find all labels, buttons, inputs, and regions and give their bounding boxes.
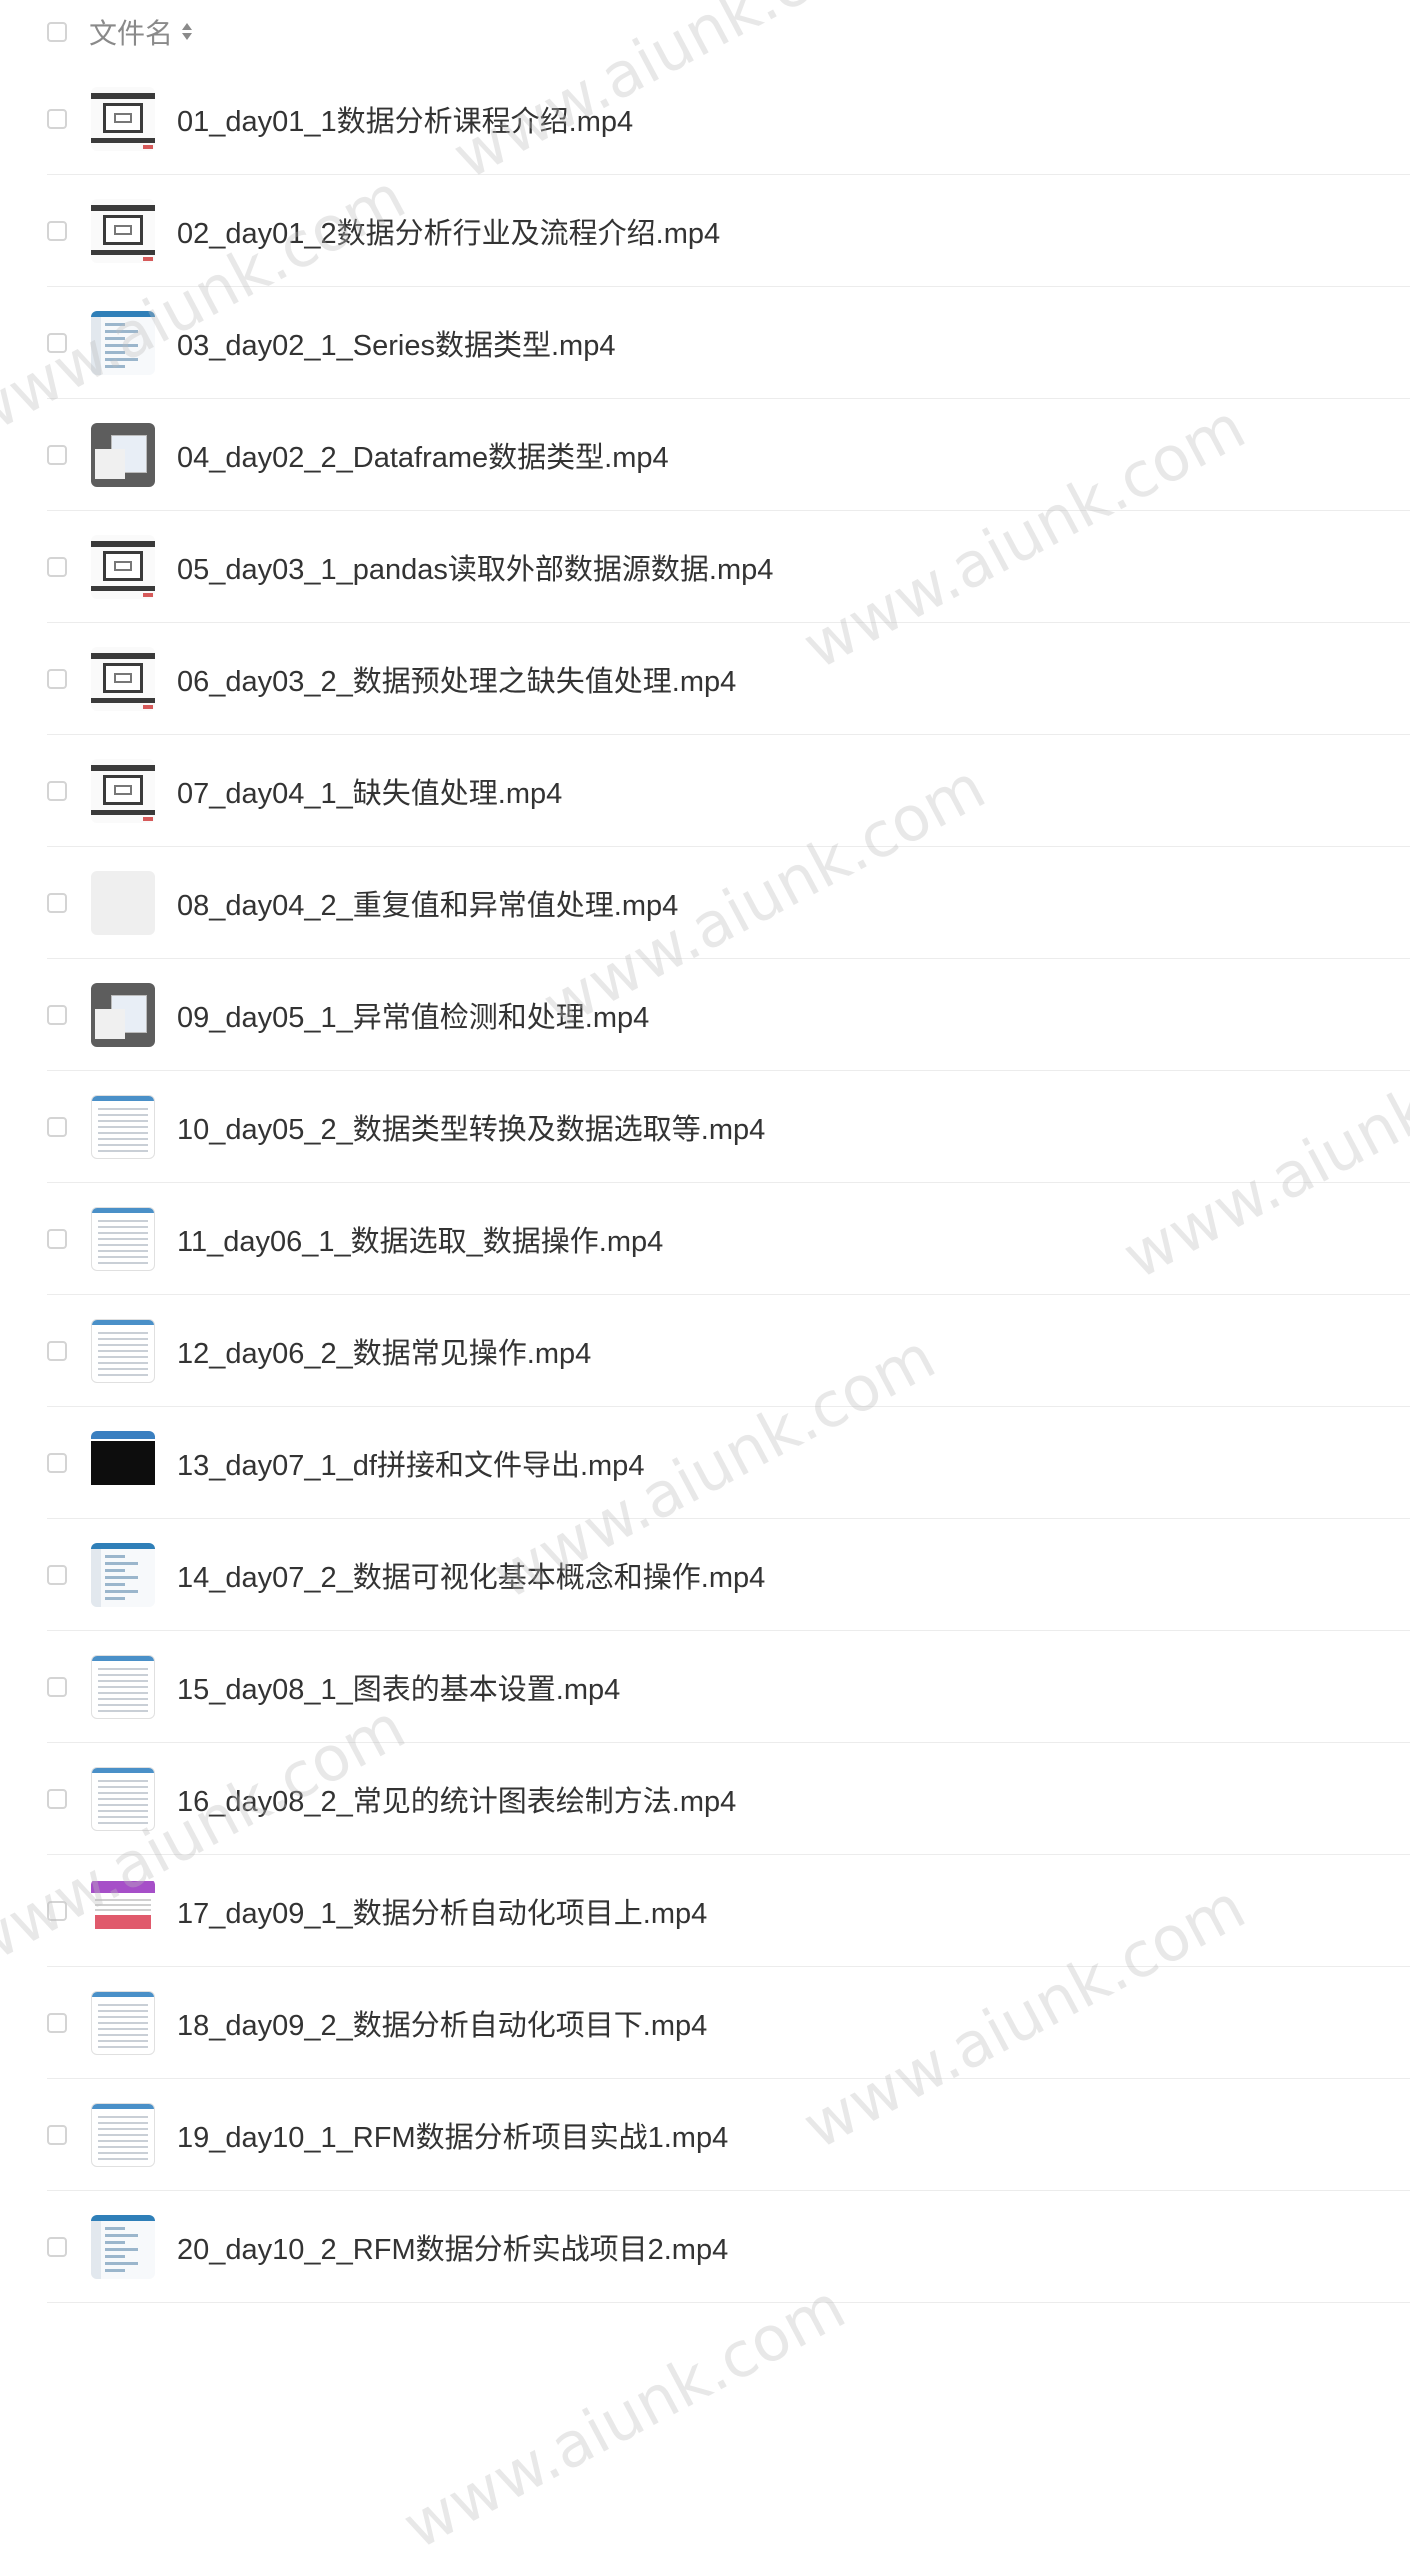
file-name[interactable]: 05_day03_1_pandas读取外部数据源数据.mp4	[177, 546, 773, 588]
row-checkbox[interactable]	[47, 1228, 67, 1249]
video-thumbnail	[91, 422, 155, 487]
watermark: www.aiunk.com	[391, 2269, 857, 2563]
file-row[interactable]: 13_day07_1_df拼接和文件导出.mp4	[47, 1407, 1410, 1519]
file-row[interactable]: 16_day08_2_常见的统计图表绘制方法.mp4	[47, 1743, 1410, 1855]
row-checkbox[interactable]	[47, 1564, 67, 1585]
row-checkbox[interactable]	[47, 220, 67, 241]
video-thumbnail	[91, 86, 155, 151]
file-row[interactable]: 10_day05_2_数据类型转换及数据选取等.mp4	[47, 1071, 1410, 1183]
file-name[interactable]: 16_day08_2_常见的统计图表绘制方法.mp4	[177, 1778, 736, 1820]
video-thumbnail	[91, 1654, 155, 1719]
file-row[interactable]: 08_day04_2_重复值和异常值处理.mp4	[47, 847, 1410, 959]
file-name[interactable]: 02_day01_2数据分析行业及流程介绍.mp4	[177, 210, 720, 252]
file-name[interactable]: 03_day02_1_Series数据类型.mp4	[177, 322, 615, 364]
row-checkbox[interactable]	[47, 1340, 67, 1361]
row-checkbox[interactable]	[47, 332, 67, 353]
row-checkbox[interactable]	[47, 444, 67, 465]
video-thumbnail	[91, 1878, 155, 1943]
video-thumbnail	[91, 1766, 155, 1831]
file-name[interactable]: 01_day01_1数据分析课程介绍.mp4	[177, 98, 633, 140]
sort-icon[interactable]	[181, 21, 193, 43]
row-checkbox[interactable]	[47, 108, 67, 129]
row-checkbox[interactable]	[47, 1900, 67, 1921]
row-checkbox[interactable]	[47, 2236, 67, 2257]
file-row[interactable]: 17_day09_1_数据分析自动化项目上.mp4	[47, 1855, 1410, 1967]
row-checkbox[interactable]	[47, 668, 67, 689]
file-name[interactable]: 14_day07_2_数据可视化基本概念和操作.mp4	[177, 1554, 765, 1596]
list-header: 文件名	[47, 8, 193, 56]
row-checkbox[interactable]	[47, 1676, 67, 1697]
file-name[interactable]: 19_day10_1_RFM数据分析项目实战1.mp4	[177, 2114, 728, 2156]
file-row[interactable]: 14_day07_2_数据可视化基本概念和操作.mp4	[47, 1519, 1410, 1631]
row-checkbox[interactable]	[47, 892, 67, 913]
file-row[interactable]: 05_day03_1_pandas读取外部数据源数据.mp4	[47, 511, 1410, 623]
file-row[interactable]: 09_day05_1_异常值检测和处理.mp4	[47, 959, 1410, 1071]
file-row[interactable]: 18_day09_2_数据分析自动化项目下.mp4	[47, 1967, 1410, 2079]
file-name[interactable]: 18_day09_2_数据分析自动化项目下.mp4	[177, 2002, 707, 2044]
video-thumbnail	[91, 534, 155, 599]
row-checkbox[interactable]	[47, 780, 67, 801]
file-name[interactable]: 11_day06_1_数据选取_数据操作.mp4	[177, 1218, 663, 1260]
video-thumbnail	[91, 2214, 155, 2279]
file-row[interactable]: 12_day06_2_数据常见操作.mp4	[47, 1295, 1410, 1407]
file-name[interactable]: 13_day07_1_df拼接和文件导出.mp4	[177, 1442, 644, 1484]
video-thumbnail	[91, 1430, 155, 1495]
file-row[interactable]: 03_day02_1_Series数据类型.mp4	[47, 287, 1410, 399]
file-name[interactable]: 07_day04_1_缺失值处理.mp4	[177, 770, 562, 812]
video-thumbnail	[91, 198, 155, 263]
video-thumbnail	[91, 2102, 155, 2167]
video-thumbnail	[91, 758, 155, 823]
video-thumbnail	[91, 310, 155, 375]
file-name[interactable]: 06_day03_2_数据预处理之缺失值处理.mp4	[177, 658, 736, 700]
row-checkbox[interactable]	[47, 556, 67, 577]
row-checkbox[interactable]	[47, 2012, 67, 2033]
file-name[interactable]: 04_day02_2_Dataframe数据类型.mp4	[177, 434, 669, 476]
file-name[interactable]: 20_day10_2_RFM数据分析实战项目2.mp4	[177, 2226, 728, 2268]
file-row[interactable]: 06_day03_2_数据预处理之缺失值处理.mp4	[47, 623, 1410, 735]
row-checkbox[interactable]	[47, 1116, 67, 1137]
row-checkbox[interactable]	[47, 1452, 67, 1473]
video-thumbnail	[91, 982, 155, 1047]
video-thumbnail	[91, 1542, 155, 1607]
file-row[interactable]: 15_day08_1_图表的基本设置.mp4	[47, 1631, 1410, 1743]
file-row[interactable]: 19_day10_1_RFM数据分析项目实战1.mp4	[47, 2079, 1410, 2191]
file-row[interactable]: 11_day06_1_数据选取_数据操作.mp4	[47, 1183, 1410, 1295]
file-name[interactable]: 12_day06_2_数据常见操作.mp4	[177, 1330, 591, 1372]
video-thumbnail	[91, 646, 155, 711]
row-checkbox[interactable]	[47, 1004, 67, 1025]
file-name[interactable]: 17_day09_1_数据分析自动化项目上.mp4	[177, 1890, 707, 1932]
select-all-checkbox[interactable]	[47, 22, 67, 42]
file-name[interactable]: 08_day04_2_重复值和异常值处理.mp4	[177, 882, 678, 924]
video-thumbnail	[91, 1318, 155, 1383]
file-row[interactable]: 01_day01_1数据分析课程介绍.mp4	[47, 63, 1410, 175]
file-name[interactable]: 09_day05_1_异常值检测和处理.mp4	[177, 994, 649, 1036]
file-row[interactable]: 04_day02_2_Dataframe数据类型.mp4	[47, 399, 1410, 511]
video-thumbnail	[91, 870, 155, 935]
file-name[interactable]: 15_day08_1_图表的基本设置.mp4	[177, 1666, 620, 1708]
filename-column-header[interactable]: 文件名	[89, 12, 173, 52]
file-name[interactable]: 10_day05_2_数据类型转换及数据选取等.mp4	[177, 1106, 765, 1148]
row-checkbox[interactable]	[47, 1788, 67, 1809]
file-row[interactable]: 02_day01_2数据分析行业及流程介绍.mp4	[47, 175, 1410, 287]
file-row[interactable]: 07_day04_1_缺失值处理.mp4	[47, 735, 1410, 847]
video-thumbnail	[91, 1206, 155, 1271]
row-checkbox[interactable]	[47, 2124, 67, 2145]
video-thumbnail	[91, 1990, 155, 2055]
video-thumbnail	[91, 1094, 155, 1159]
file-row[interactable]: 20_day10_2_RFM数据分析实战项目2.mp4	[47, 2191, 1410, 2303]
